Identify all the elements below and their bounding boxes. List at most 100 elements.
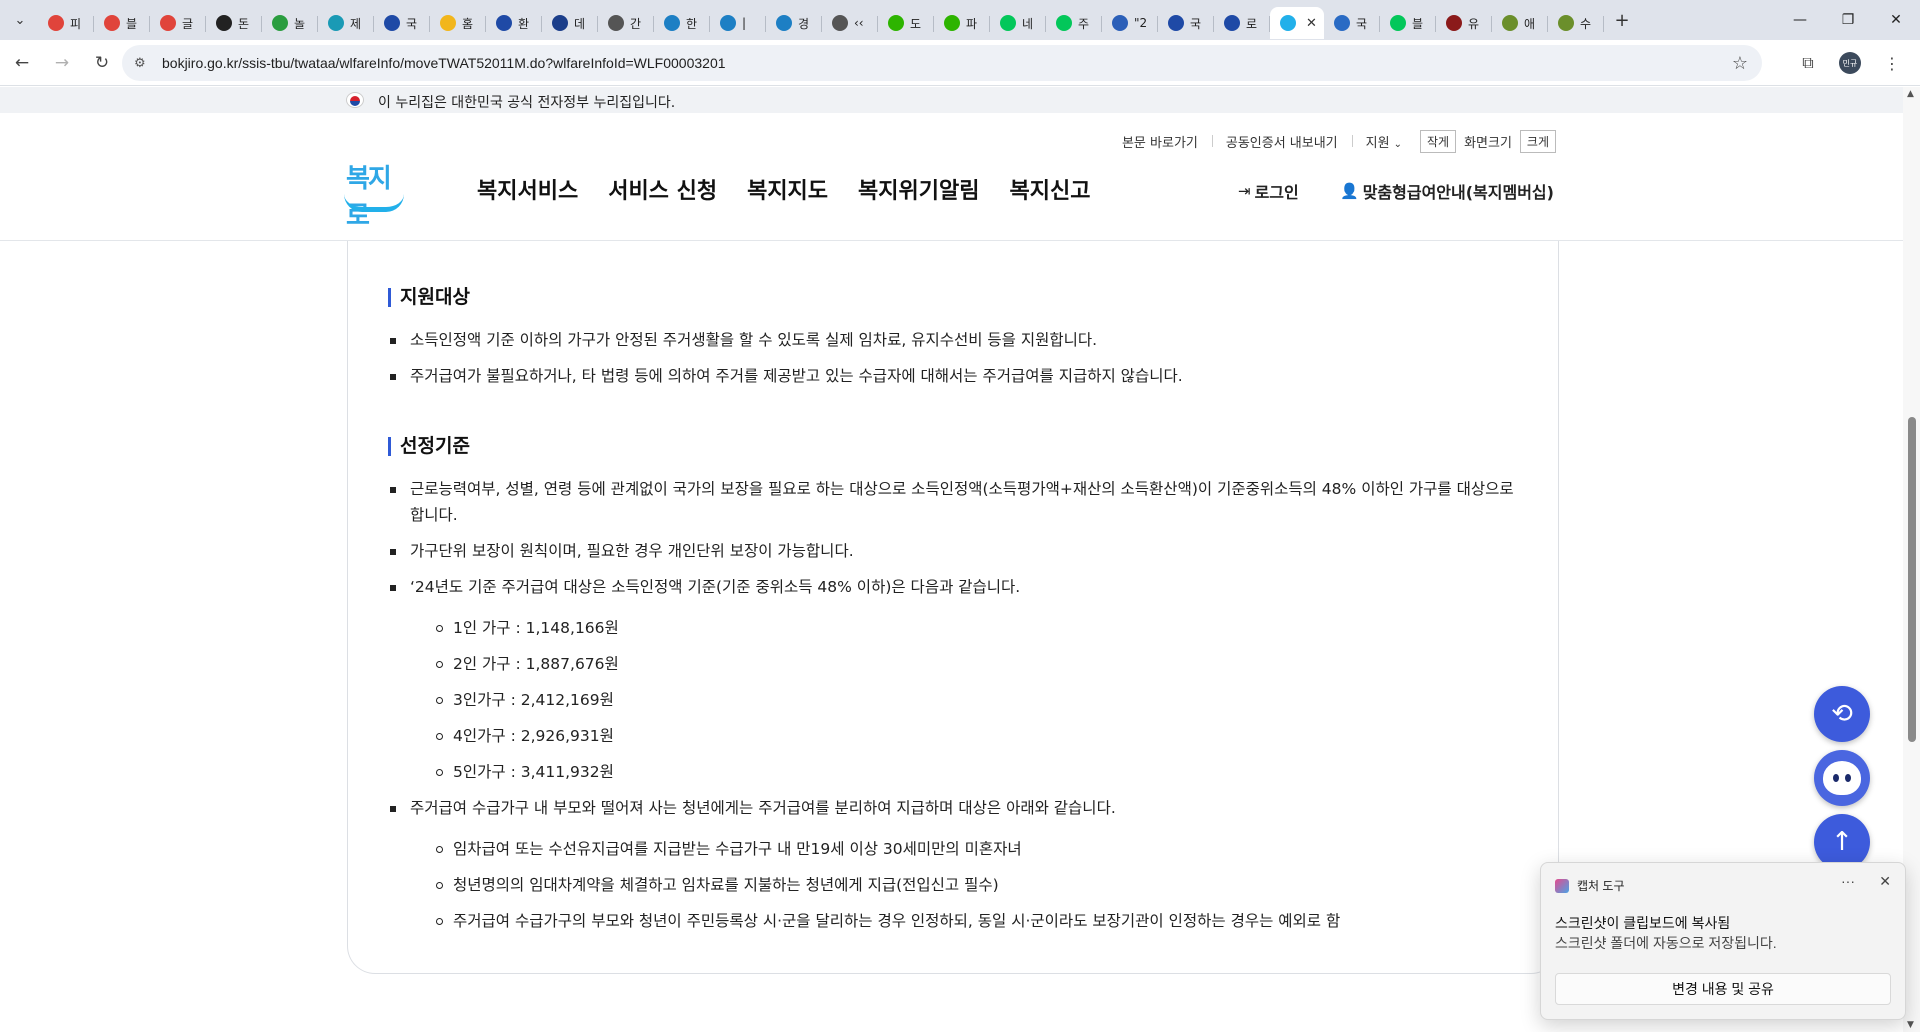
tab-search-chevron-icon[interactable]: ⌄ <box>6 6 34 34</box>
browser-tab[interactable]: 간 <box>598 7 654 39</box>
browser-tab[interactable]: 국 <box>374 7 430 39</box>
browser-tab[interactable]: 수 <box>1548 7 1604 39</box>
gnb-welfare-services[interactable]: 복지서비스 <box>477 173 578 205</box>
url-omnibox[interactable]: ⚙ bokjiro.go.kr/ssis-tbu/twataa/wlfareIn… <box>122 45 1762 81</box>
tab-label: "2 <box>1134 16 1148 30</box>
browser-tab[interactable]: 로 <box>1214 7 1270 39</box>
restore-icon[interactable]: ❐ <box>1824 0 1872 40</box>
list-item: 주거급여가 불필요하거나, 타 법령 등에 의하여 주거를 제공받고 있는 수급… <box>390 363 1520 389</box>
gnb-service-apply[interactable]: 서비스 신청 <box>608 173 717 205</box>
toast-message: 스크린샷이 클립보드에 복사됨 <box>1555 915 1731 931</box>
url-text[interactable]: bokjiro.go.kr/ssis-tbu/twataa/wlfareInfo… <box>162 55 726 71</box>
logo-swoosh <box>344 194 404 212</box>
browser-tab[interactable]: 국 <box>1324 7 1380 39</box>
new-tab-plus-icon[interactable]: + <box>1608 6 1636 34</box>
more-options-icon[interactable]: ··· <box>1841 873 1855 889</box>
minimize-icon[interactable]: — <box>1776 0 1824 40</box>
browser-tab[interactable]: ‹‹ <box>822 7 878 39</box>
gnb-welfare-report[interactable]: 복지신고 <box>1010 173 1091 205</box>
tab-label: 국 <box>1356 16 1368 31</box>
reload-icon[interactable]: ↻ <box>84 45 120 81</box>
browser-tab[interactable]: 도 <box>878 7 934 39</box>
browser-tab[interactable]: 글 <box>150 7 206 39</box>
youtube-icon <box>1446 15 1462 31</box>
close-icon[interactable]: ✕ <box>1879 873 1891 890</box>
trello-red-icon <box>48 15 64 31</box>
tab-label: 도 <box>910 16 922 31</box>
recent-history-button[interactable]: ⟲ <box>1814 686 1870 742</box>
browser-tab[interactable]: 경 <box>766 7 822 39</box>
browser-tab[interactable]: 네 <box>990 7 1046 39</box>
list-item: ‘24년도 기준 주거급여 대상은 소득인정액 기준(기준 중위소득 48% 이… <box>390 574 1520 600</box>
site-info-icon[interactable]: ⚙ <box>134 56 156 71</box>
bookmark-star-icon[interactable]: ☆ <box>1732 53 1748 74</box>
support-dropdown[interactable]: 지원 ⌄ <box>1351 132 1416 151</box>
tab-label: ‹‹ <box>854 16 864 30</box>
tab-label: 홈 <box>462 16 474 31</box>
scrollbar-thumb[interactable] <box>1908 417 1916 742</box>
browser-tab[interactable]: 홈 <box>430 7 486 39</box>
browser-tab[interactable]: 주 <box>1046 7 1102 39</box>
close-window-icon[interactable]: ✕ <box>1872 0 1920 40</box>
korea-gov-icon <box>384 15 400 31</box>
toast-submessage: 스크린샷 폴더에 자동으로 저장됩니다. <box>1555 935 1777 951</box>
chatbot-button[interactable] <box>1814 750 1870 806</box>
browser-tab[interactable]: "2 <box>1102 7 1158 39</box>
cert-export-link[interactable]: 공동인증서 내보내기 <box>1211 132 1352 151</box>
bokjiro-logo[interactable]: 복지로 <box>344 158 404 231</box>
tab-close-icon[interactable]: ✕ <box>1306 16 1317 31</box>
login-link[interactable]: ⇥ 로그인 <box>1238 179 1299 203</box>
browser-tab[interactable]: ✕ <box>1270 7 1324 39</box>
browser-tab[interactable]: 돈 <box>206 7 262 39</box>
browser-tab[interactable]: 블 <box>1380 7 1436 39</box>
tab-label: 파 <box>966 16 978 31</box>
window-controls: — ❐ ✕ <box>1776 0 1920 40</box>
utility-nav: 본문 바로가기 공동인증서 내보내기 지원 ⌄ 작게 화면크기 크게 <box>1108 130 1560 153</box>
kebab-menu-icon[interactable]: ⋮ <box>1874 45 1910 81</box>
tab-label: 돈 <box>238 16 250 31</box>
tab-label: 로 <box>1246 16 1258 31</box>
browser-tab[interactable]: 블 <box>94 7 150 39</box>
scroll-down-icon[interactable]: ▼ <box>1907 1020 1914 1030</box>
tab-label: 경 <box>798 16 810 31</box>
korea-gov-icon <box>1168 15 1184 31</box>
tab-label: 환 <box>518 16 530 31</box>
browser-tab[interactable]: 데 <box>542 7 598 39</box>
tab-label: 제 <box>350 16 362 31</box>
browser-tab[interactable]: 피 <box>38 7 94 39</box>
membership-link[interactable]: 👤 맞춤형급여안내(복지멤버십) <box>1340 179 1554 203</box>
gnb-crisis-alert[interactable]: 복지위기알림 <box>858 173 979 205</box>
font-size-large-button[interactable]: 크게 <box>1519 130 1556 153</box>
extensions-puzzle-icon[interactable]: ⧉ <box>1790 45 1826 81</box>
tab-label: 피 <box>70 16 82 31</box>
korean-flag-icon <box>346 92 364 108</box>
skip-to-content-link[interactable]: 본문 바로가기 <box>1108 132 1212 151</box>
tab-strip: 피 블 글 돈 놀 제 국 홈 환 데 간 한 | 경 ‹‹ 도 파 네 주 "2 국 로 ✕ 국 블 유 애 수 <box>38 1 1604 39</box>
scroll-up-icon[interactable]: ▲ <box>1907 89 1914 99</box>
browser-tab[interactable]: 환 <box>486 7 542 39</box>
tab-label: | <box>742 16 747 30</box>
gnb-welfare-map[interactable]: 복지지도 <box>747 173 828 205</box>
browser-tab[interactable]: 놀 <box>262 7 318 39</box>
tab-label: 데 <box>574 16 586 31</box>
browser-tab[interactable]: 애 <box>1492 7 1548 39</box>
browser-tab[interactable]: | <box>710 7 766 39</box>
blue-globe-icon <box>720 15 736 31</box>
tab-label: 수 <box>1580 16 1592 31</box>
font-size-small-button[interactable]: 작게 <box>1419 130 1457 153</box>
browser-tab[interactable]: 제 <box>318 7 374 39</box>
toast-header: 캡처 도구 <box>1555 877 1625 894</box>
browser-tab[interactable]: 한 <box>654 7 710 39</box>
gov-official-banner: 이 누리집은 대한민국 공식 전자정부 누리집입니다. <box>0 87 1903 113</box>
household-item: 4인가구 : 2,926,931원 <box>436 723 614 749</box>
back-arrow-icon[interactable]: ← <box>4 45 40 81</box>
forward-arrow-icon[interactable]: → <box>44 45 80 81</box>
px-icon <box>272 15 288 31</box>
browser-tab[interactable]: 국 <box>1158 7 1214 39</box>
tab-label: 주 <box>1078 16 1090 31</box>
browser-tab[interactable]: 파 <box>934 7 990 39</box>
profile-avatar[interactable]: 민규 <box>1832 45 1868 81</box>
edit-and-share-button[interactable]: 변경 내용 및 공유 <box>1555 973 1891 1005</box>
leaf-icon <box>1558 15 1574 31</box>
browser-tab[interactable]: 유 <box>1436 7 1492 39</box>
